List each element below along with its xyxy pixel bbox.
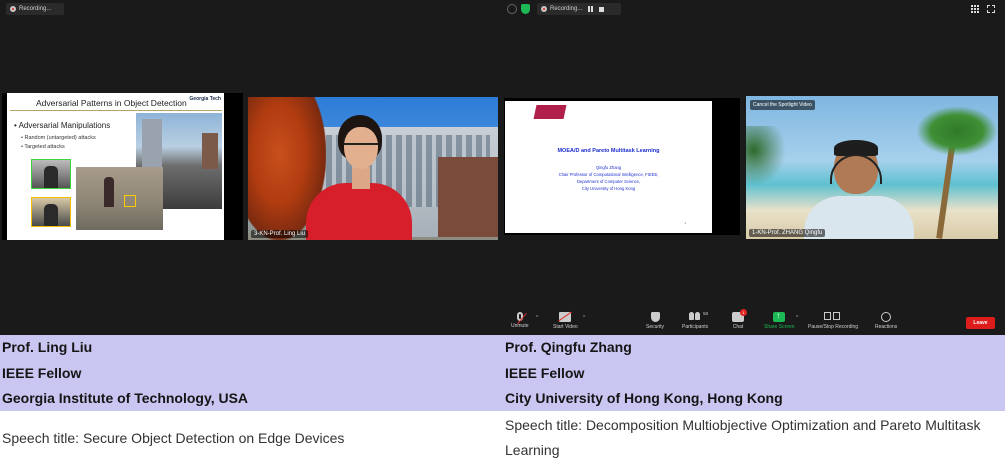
slide-pedestrian-photo	[76, 167, 163, 230]
slide-text-line: Qingfu Zhang	[595, 165, 622, 170]
participants-count: 50	[703, 311, 709, 316]
video-tile-shared-slide-1[interactable]: Adversarial Patterns in Object Detection…	[2, 93, 243, 240]
gallery-view-icon[interactable]	[971, 5, 979, 13]
pause-stop-icon	[824, 312, 842, 322]
recording-indicator[interactable]: Recording...	[6, 3, 64, 15]
slide-text-line: Department of Computer Science,	[576, 179, 641, 184]
participants-button[interactable]: 50 Participants	[682, 311, 708, 330]
participant-figure	[306, 113, 412, 240]
recording-label: Recording...	[550, 6, 583, 12]
slide-title-rule	[10, 110, 222, 111]
background-palm	[746, 126, 786, 186]
start-video-button[interactable]: Start Video	[553, 312, 578, 330]
speaker-affiliation: City University of Hong Kong, Hong Kong	[505, 390, 783, 406]
chevron-up-icon[interactable]: ^	[583, 315, 585, 321]
presentation-slide: Adversarial Patterns in Object Detection…	[7, 93, 224, 240]
cancel-spotlight-button[interactable]: Cancel the Spotlight Video	[750, 100, 815, 110]
participant-video	[248, 97, 498, 240]
participant-figure	[796, 136, 914, 239]
participants-icon: 50	[689, 311, 708, 322]
speaker-affiliation: Georgia Institute of Technology, USA	[2, 390, 249, 406]
participant-name-tag: 3-KN-Prof. Ling Liu	[251, 230, 309, 238]
chevron-up-icon[interactable]: ^	[796, 315, 798, 321]
recording-controls: Recording...	[537, 3, 621, 15]
background-palm	[916, 106, 998, 156]
slide-bullet: • Adversarial Manipulations	[14, 121, 111, 130]
shield-icon	[650, 312, 660, 322]
chevron-up-icon[interactable]: ^	[536, 315, 538, 321]
slide-sub-bullet: • Random (untargeted) attacks	[21, 135, 96, 141]
recording-icon	[10, 6, 16, 12]
video-tile-ling-liu[interactable]: 3-KN-Prof. Ling Liu	[248, 97, 498, 240]
webinar-page: Recording... Recording... Adversarial Pa…	[0, 0, 1005, 467]
slide-logo	[533, 105, 567, 119]
leave-button[interactable]: Leave	[966, 317, 995, 329]
slide-detection-thumbnail	[31, 159, 71, 189]
chat-icon: 1	[732, 309, 747, 322]
unmute-button[interactable]: Unmute	[511, 312, 529, 329]
zoom-top-bar: Recording... Recording...	[0, 0, 1005, 18]
share-screen-icon	[773, 311, 786, 322]
chat-button[interactable]: 1 Chat	[732, 309, 747, 330]
slide-title: Adversarial Patterns in Object Detection	[36, 98, 187, 108]
speech-title-row: Speech title: Secure Object Detection on…	[0, 411, 1005, 467]
fullscreen-icon[interactable]	[987, 5, 995, 13]
video-tile-shared-slide-2[interactable]: MOEA/D and Pareto Multitask Learning Qin…	[504, 98, 740, 235]
video-tile-qingfu-zhang[interactable]: Cancel the Spotlight Video 1-KN-Prof. ZH…	[746, 96, 998, 239]
zoom-meeting-window: Recording... Recording... Adversarial Pa…	[0, 0, 1005, 335]
stop-recording-icon[interactable]	[599, 6, 605, 12]
slide-logo: Georgia Tech	[189, 96, 221, 102]
speech-title: Speech title: Decomposition Multiobjecti…	[505, 417, 981, 458]
meeting-info-icon[interactable]	[507, 4, 517, 14]
speaker-info-table: Prof. Ling Liu IEEE Fellow Georgia Insti…	[0, 335, 1005, 467]
recording-label: Recording...	[19, 6, 52, 12]
meeting-control-bar: Unmute ^ Start Video ^ Security 50 Parti…	[0, 309, 1005, 335]
slide-detection-thumbnail	[31, 197, 71, 227]
video-off-icon	[559, 312, 572, 322]
chat-unread-badge: 1	[740, 309, 747, 316]
participant-video	[746, 96, 998, 239]
security-button[interactable]: Security	[646, 312, 664, 330]
slide-sub-bullet: • Targeted attacks	[21, 144, 65, 150]
participant-name-tag: 1-KN-Prof. ZHANG Qingfu	[749, 229, 826, 237]
encryption-shield-icon[interactable]	[521, 4, 530, 14]
speech-title: Speech title: Secure Object Detection on…	[2, 430, 345, 446]
speaker-name: Prof. Qingfu Zhang	[505, 339, 632, 355]
speaker-header-row: Prof. Ling Liu IEEE Fellow Georgia Insti…	[0, 335, 1005, 411]
slide-page-number: 1	[684, 221, 686, 225]
speaker-title: IEEE Fellow	[2, 365, 82, 381]
speaker-name: Prof. Ling Liu	[2, 339, 93, 355]
recording-icon	[541, 6, 547, 12]
reactions-button[interactable]: Reactions	[875, 312, 897, 330]
slide-text-line: City University of Hong Kong	[581, 186, 636, 191]
speaker-title: IEEE Fellow	[505, 365, 585, 381]
slide-title: MOEA/D and Pareto Multitask Learning	[557, 148, 660, 154]
slide-text-line: Chair Professor of Computational Intelli…	[558, 172, 659, 177]
muted-microphone-icon	[516, 312, 523, 321]
reactions-icon	[881, 312, 892, 322]
presentation-slide: MOEA/D and Pareto Multitask Learning Qin…	[505, 101, 712, 233]
background-building	[438, 157, 498, 237]
share-screen-button[interactable]: Share Screen	[764, 311, 795, 330]
pause-recording-icon[interactable]	[588, 6, 594, 12]
pause-stop-recording-button[interactable]: Pause/Stop Recording	[808, 312, 858, 330]
